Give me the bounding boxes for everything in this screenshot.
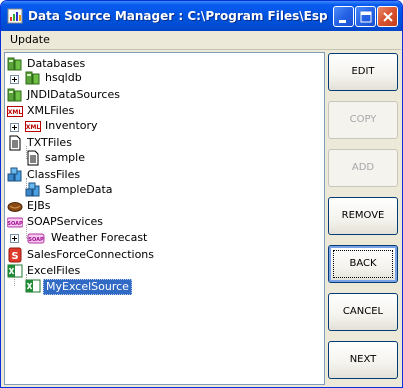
ejb-bean-icon <box>7 202 23 212</box>
app-icon <box>7 8 23 24</box>
database-icon <box>7 57 22 71</box>
excel-icon <box>7 264 23 278</box>
maximize-button[interactable] <box>355 6 376 27</box>
copy-button-label: COPY <box>349 114 377 125</box>
soap-icon: SOAP <box>7 217 23 228</box>
add-button-label: ADD <box>351 162 375 173</box>
copy-button[interactable]: COPY <box>328 101 398 139</box>
edit-button-label: EDIT <box>351 66 375 77</box>
tree-node-label: Databases <box>27 57 86 70</box>
class-icon <box>7 167 22 182</box>
excel-icon <box>25 279 41 293</box>
title-bar[interactable]: Data Source Manager : C:\Program Files\E… <box>1 1 402 31</box>
close-button[interactable] <box>377 6 398 27</box>
svg-text:S: S <box>11 251 18 262</box>
database-icon <box>25 71 40 85</box>
add-button[interactable]: ADD <box>328 149 398 187</box>
back-button[interactable]: BACK <box>328 245 398 283</box>
maximize-icon <box>360 11 372 23</box>
tree-node-label: JNDIDataSources <box>27 88 120 101</box>
tree-node-label: EJBs <box>27 199 51 212</box>
class-icon <box>25 182 40 197</box>
svg-text:XML: XML <box>8 109 23 116</box>
next-button-label: NEXT <box>349 354 377 365</box>
tree-node-label: SampleData <box>45 183 113 196</box>
xml-icon: XML <box>7 106 23 117</box>
svg-text:SOAP: SOAP <box>7 221 23 227</box>
tree-node-label: Weather Forecast <box>51 231 148 244</box>
soap-icon: SOAP <box>27 233 45 244</box>
tree-node-label: Inventory <box>45 119 98 132</box>
text-file-icon <box>27 150 39 166</box>
tree-node-label: SOAPServices <box>27 215 103 228</box>
expand-toggle-inventory[interactable] <box>10 123 19 132</box>
menu-bar: Update <box>4 31 401 50</box>
menu-update[interactable]: Update <box>10 33 50 46</box>
minimize-button[interactable] <box>333 6 354 27</box>
tree-node-label: SalesForceConnections <box>27 248 155 261</box>
data-source-manager-window: Data Source Manager : C:\Program Files\E… <box>0 0 403 388</box>
minimize-icon <box>339 20 346 23</box>
tree-node-label-selected: MyExcelSource <box>43 279 132 295</box>
tree-node-label: hsqldb <box>45 71 82 84</box>
svg-text:SOAP: SOAP <box>28 237 44 243</box>
focus-ring <box>333 250 393 278</box>
expand-toggle-hsqldb[interactable] <box>10 75 19 84</box>
remove-button[interactable]: REMOVE <box>328 197 398 235</box>
tree-node-label: XMLFiles <box>27 104 75 117</box>
svg-text:XML: XML <box>26 124 41 131</box>
xml-icon: XML <box>25 121 41 132</box>
expand-toggle-weather-forecast[interactable] <box>10 234 19 243</box>
cancel-button[interactable]: CANCEL <box>328 293 398 331</box>
database-icon <box>7 88 22 102</box>
tree-node-label: ExcelFiles <box>27 264 81 277</box>
tree-node-label: TXTFiles <box>27 136 72 149</box>
remove-button-label: REMOVE <box>341 210 385 221</box>
edit-button[interactable]: EDIT <box>328 53 398 91</box>
tree-node-label: ClassFiles <box>27 168 81 181</box>
close-icon <box>383 12 393 22</box>
data-source-tree[interactable]: Databases hsqldb JNDIDataSources XML XML… <box>4 52 325 385</box>
salesforce-icon: S <box>8 247 22 263</box>
next-button[interactable]: NEXT <box>328 341 398 379</box>
cancel-button-label: CANCEL <box>342 306 384 317</box>
window-title: Data Source Manager : C:\Program Files\E… <box>28 9 328 23</box>
text-file-icon <box>9 135 21 151</box>
tree-node-label: sample <box>45 151 85 164</box>
